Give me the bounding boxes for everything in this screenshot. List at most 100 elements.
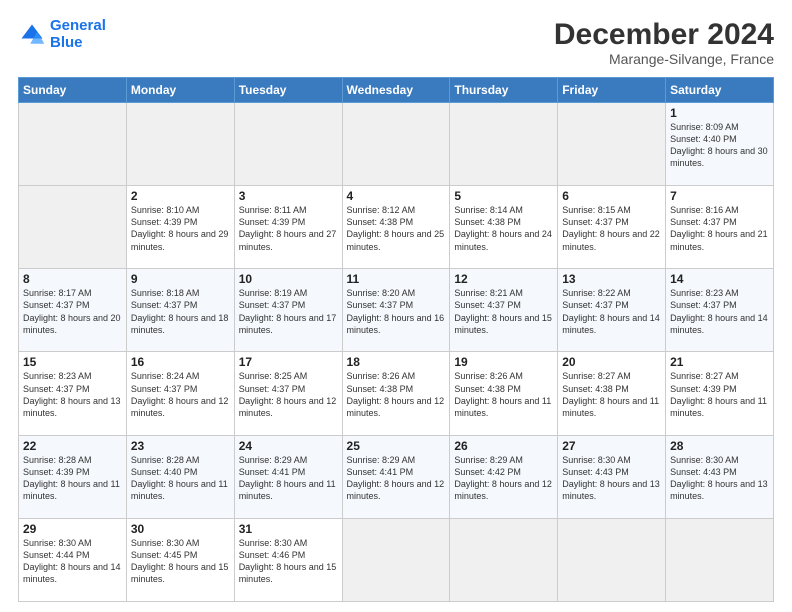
calendar-cell: [558, 103, 666, 186]
cell-info: Sunrise: 8:19 AMSunset: 4:37 PMDaylight:…: [239, 288, 337, 334]
day-number: 29: [23, 522, 122, 536]
cell-info: Sunrise: 8:17 AMSunset: 4:37 PMDaylight:…: [23, 288, 121, 334]
day-number: 4: [347, 189, 446, 203]
calendar-cell: [666, 518, 774, 601]
day-number: 9: [131, 272, 230, 286]
day-number: 19: [454, 355, 553, 369]
calendar-cell: [19, 186, 127, 269]
calendar-cell: 23Sunrise: 8:28 AMSunset: 4:40 PMDayligh…: [126, 435, 234, 518]
calendar-cell: [342, 518, 450, 601]
col-header-saturday: Saturday: [666, 78, 774, 103]
cell-info: Sunrise: 8:29 AMSunset: 4:41 PMDaylight:…: [239, 455, 336, 501]
day-number: 5: [454, 189, 553, 203]
calendar-cell: 17 Sunrise: 8:25 AMSunset: 4:37 PMDayligh…: [234, 352, 342, 435]
calendar-cell: 25Sunrise: 8:29 AMSunset: 4:41 PMDayligh…: [342, 435, 450, 518]
day-number: 22: [23, 439, 122, 453]
calendar-cell: 30Sunrise: 8:30 AMSunset: 4:45 PMDayligh…: [126, 518, 234, 601]
calendar-cell: 20Sunrise: 8:27 AMSunset: 4:38 PMDayligh…: [558, 352, 666, 435]
calendar-cell: 31 Sunrise: 8:30 AMSunset: 4:46 PMDayligh…: [234, 518, 342, 601]
day-number: 7: [670, 189, 769, 203]
logo-icon: [18, 21, 46, 49]
day-number: 21: [670, 355, 769, 369]
cell-info: Sunrise: 8:29 AMSunset: 4:41 PMDaylight:…: [347, 455, 445, 501]
calendar-cell: 12Sunrise: 8:21 AMSunset: 4:37 PMDayligh…: [450, 269, 558, 352]
cell-info: Sunrise: 8:18 AMSunset: 4:37 PMDaylight:…: [131, 288, 229, 334]
cell-info: Sunrise: 8:12 AMSunset: 4:38 PMDaylight:…: [347, 205, 445, 251]
cell-info: Sunrise: 8:10 AMSunset: 4:39 PMDaylight:…: [131, 205, 229, 251]
calendar-cell: 14Sunrise: 8:23 AMSunset: 4:37 PMDayligh…: [666, 269, 774, 352]
logo-text: General Blue: [50, 18, 106, 51]
calendar-cell: 6Sunrise: 8:15 AMSunset: 4:37 PMDaylight…: [558, 186, 666, 269]
day-number: 11: [347, 272, 446, 286]
calendar-week-3: 15Sunrise: 8:23 AMSunset: 4:37 PMDayligh…: [19, 352, 774, 435]
calendar-cell: [450, 103, 558, 186]
subtitle: Marange-Silvange, France: [554, 51, 774, 67]
calendar-cell: 26Sunrise: 8:29 AMSunset: 4:42 PMDayligh…: [450, 435, 558, 518]
calendar-cell: 1 Sunrise: 8:09 AMSunset: 4:40 PMDaylight…: [666, 103, 774, 186]
calendar-cell: 28 Sunrise: 8:30 AMSunset: 4:43 PMDayligh…: [666, 435, 774, 518]
calendar-cell: 27Sunrise: 8:30 AMSunset: 4:43 PMDayligh…: [558, 435, 666, 518]
cell-info: Sunrise: 8:30 AMSunset: 4:44 PMDaylight:…: [23, 538, 121, 584]
day-number: 28: [670, 439, 769, 453]
calendar-cell: 10 Sunrise: 8:19 AMSunset: 4:37 PMDayligh…: [234, 269, 342, 352]
calendar-cell: [19, 103, 127, 186]
cell-info: Sunrise: 8:30 AMSunset: 4:43 PMDaylight:…: [670, 455, 768, 501]
calendar-cell: [234, 103, 342, 186]
day-number: 20: [562, 355, 661, 369]
col-header-tuesday: Tuesday: [234, 78, 342, 103]
title-block: December 2024 Marange-Silvange, France: [554, 18, 774, 67]
calendar-cell: [450, 518, 558, 601]
calendar-cell: 13 Sunrise: 8:22 AMSunset: 4:37 PMDayligh…: [558, 269, 666, 352]
calendar-week-2: 8Sunrise: 8:17 AMSunset: 4:37 PMDaylight…: [19, 269, 774, 352]
cell-info: Sunrise: 8:14 AMSunset: 4:38 PMDaylight:…: [454, 205, 552, 251]
day-number: 27: [562, 439, 661, 453]
calendar-cell: [126, 103, 234, 186]
day-number: 2: [131, 189, 230, 203]
calendar-cell: 29 Sunrise: 8:30 AMSunset: 4:44 PMDayligh…: [19, 518, 127, 601]
calendar-cell: 2 Sunrise: 8:10 AMSunset: 4:39 PMDaylight…: [126, 186, 234, 269]
day-number: 1: [670, 106, 769, 120]
cell-info: Sunrise: 8:30 AMSunset: 4:46 PMDaylight:…: [239, 538, 337, 584]
calendar-cell: 24 Sunrise: 8:29 AMSunset: 4:41 PMDayligh…: [234, 435, 342, 518]
calendar-cell: 9 Sunrise: 8:18 AMSunset: 4:37 PMDaylight…: [126, 269, 234, 352]
logo-line2: Blue: [50, 34, 83, 51]
calendar-week-0: 1 Sunrise: 8:09 AMSunset: 4:40 PMDaylight…: [19, 103, 774, 186]
col-header-wednesday: Wednesday: [342, 78, 450, 103]
calendar-cell: 18Sunrise: 8:26 AMSunset: 4:38 PMDayligh…: [342, 352, 450, 435]
calendar-cell: 8Sunrise: 8:17 AMSunset: 4:37 PMDaylight…: [19, 269, 127, 352]
day-number: 10: [239, 272, 338, 286]
calendar-week-4: 22Sunrise: 8:28 AMSunset: 4:39 PMDayligh…: [19, 435, 774, 518]
cell-info: Sunrise: 8:20 AMSunset: 4:37 PMDaylight:…: [347, 288, 445, 334]
calendar-cell: 3Sunrise: 8:11 AMSunset: 4:39 PMDaylight…: [234, 186, 342, 269]
calendar-cell: 16Sunrise: 8:24 AMSunset: 4:37 PMDayligh…: [126, 352, 234, 435]
col-header-monday: Monday: [126, 78, 234, 103]
cell-info: Sunrise: 8:11 AMSunset: 4:39 PMDaylight:…: [239, 205, 337, 251]
cell-info: Sunrise: 8:25 AMSunset: 4:37 PMDaylight:…: [239, 371, 337, 417]
day-number: 14: [670, 272, 769, 286]
day-number: 31: [239, 522, 338, 536]
calendar-cell: 22Sunrise: 8:28 AMSunset: 4:39 PMDayligh…: [19, 435, 127, 518]
calendar-cell: 11 Sunrise: 8:20 AMSunset: 4:37 PMDayligh…: [342, 269, 450, 352]
cell-info: Sunrise: 8:28 AMSunset: 4:40 PMDaylight:…: [131, 455, 228, 501]
day-number: 24: [239, 439, 338, 453]
col-header-sunday: Sunday: [19, 78, 127, 103]
cell-info: Sunrise: 8:26 AMSunset: 4:38 PMDaylight:…: [347, 371, 445, 417]
calendar-cell: 4 Sunrise: 8:12 AMSunset: 4:38 PMDaylight…: [342, 186, 450, 269]
calendar-header-row: SundayMondayTuesdayWednesdayThursdayFrid…: [19, 78, 774, 103]
calendar-cell: [342, 103, 450, 186]
calendar-week-1: 2 Sunrise: 8:10 AMSunset: 4:39 PMDaylight…: [19, 186, 774, 269]
calendar-week-5: 29 Sunrise: 8:30 AMSunset: 4:44 PMDayligh…: [19, 518, 774, 601]
cell-info: Sunrise: 8:26 AMSunset: 4:38 PMDaylight:…: [454, 371, 551, 417]
cell-info: Sunrise: 8:22 AMSunset: 4:37 PMDaylight:…: [562, 288, 660, 334]
cell-info: Sunrise: 8:16 AMSunset: 4:37 PMDaylight:…: [670, 205, 768, 251]
cell-info: Sunrise: 8:23 AMSunset: 4:37 PMDaylight:…: [23, 371, 121, 417]
col-header-friday: Friday: [558, 78, 666, 103]
cell-info: Sunrise: 8:09 AMSunset: 4:40 PMDaylight:…: [670, 122, 768, 168]
cell-info: Sunrise: 8:27 AMSunset: 4:39 PMDaylight:…: [670, 371, 767, 417]
main-title: December 2024: [554, 18, 774, 51]
page: General Blue December 2024 Marange-Silva…: [0, 0, 792, 612]
day-number: 13: [562, 272, 661, 286]
calendar-cell: 19 Sunrise: 8:26 AMSunset: 4:38 PMDayligh…: [450, 352, 558, 435]
day-number: 17: [239, 355, 338, 369]
cell-info: Sunrise: 8:30 AMSunset: 4:45 PMDaylight:…: [131, 538, 229, 584]
